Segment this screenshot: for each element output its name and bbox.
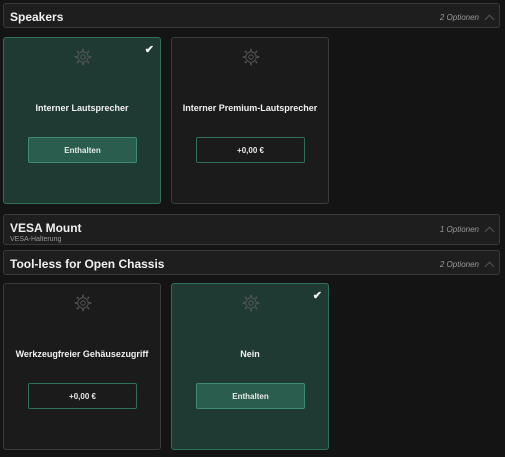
section-subtitle: VESA-Halterung — [10, 236, 62, 243]
section-option-count: 2 Optionen — [439, 13, 479, 22]
option-card-toolless-access[interactable]: Werkzeugfreier Gehäusezugriff +0,00 € — [3, 283, 161, 450]
option-title: Werkzeugfreier Gehäusezugriff — [15, 348, 149, 359]
option-title: Nein — [240, 348, 260, 359]
section-title: Tool-less for Open Chassis — [10, 257, 165, 271]
chevron-up-icon[interactable] — [484, 226, 495, 237]
section-header-tool-less[interactable]: Tool-less for Open Chassis 2 Optionen — [3, 250, 500, 275]
gear-icon — [74, 294, 92, 312]
chevron-up-icon[interactable] — [484, 14, 495, 25]
checkmark-icon: ✔ — [144, 44, 154, 56]
option-price-button[interactable]: +0,00 € — [196, 137, 305, 163]
section-title: VESA Mount — [10, 221, 82, 235]
option-title: Interner Lautsprecher — [35, 102, 129, 113]
option-price-button[interactable]: Enthalten — [196, 383, 305, 409]
option-card-premium-speaker[interactable]: Interner Premium-Lautsprecher +0,00 € — [171, 37, 329, 204]
option-price-button[interactable]: +0,00 € — [28, 383, 137, 409]
gear-icon — [242, 48, 260, 66]
option-card-no-toolless[interactable]: ✔ Nein Enthalten — [171, 283, 329, 450]
section-option-count: 2 Optionen — [439, 260, 479, 269]
chevron-up-icon[interactable] — [484, 261, 495, 272]
option-price-button[interactable]: Enthalten — [28, 137, 137, 163]
option-title: Interner Premium-Lautsprecher — [182, 102, 318, 113]
checkmark-icon: ✔ — [312, 290, 322, 302]
option-card-internal-speaker[interactable]: ✔ Interner Lautsprecher Enthalten — [3, 37, 161, 204]
section-header-speakers[interactable]: Speakers 2 Optionen — [3, 3, 500, 28]
gear-icon — [242, 294, 260, 312]
gear-icon — [74, 48, 92, 66]
section-title: Speakers — [10, 10, 64, 24]
section-option-count: 1 Optionen — [439, 225, 479, 234]
section-header-vesa-mount[interactable]: VESA Mount VESA-Halterung 1 Optionen — [3, 214, 500, 245]
